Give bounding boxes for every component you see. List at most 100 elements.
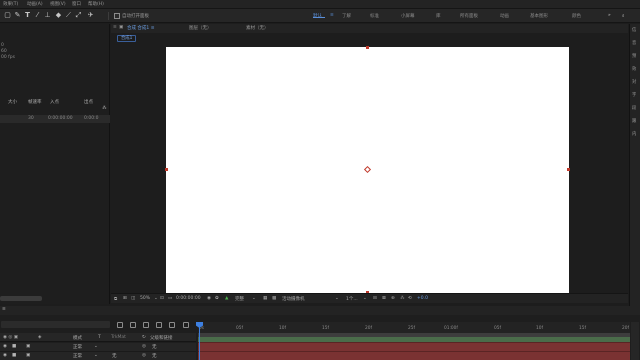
- parent-pickwhip-icon[interactable]: ◎: [142, 353, 146, 358]
- region-of-interest-icon[interactable]: ▭: [168, 296, 172, 301]
- roto-icon[interactable]: ⟋: [64, 11, 73, 20]
- chevron-down-icon[interactable]: ⌄: [94, 353, 98, 358]
- col-mode[interactable]: 模式: [73, 335, 82, 341]
- zoom-select[interactable]: 50%: [140, 296, 150, 301]
- col-out-point[interactable]: 出点: [84, 99, 93, 105]
- layer-mode[interactable]: 正常: [73, 344, 82, 350]
- project-item-row[interactable]: 30 0:00:00:00 0:00:0: [0, 115, 110, 123]
- menu-help[interactable]: 帮助(H): [88, 1, 104, 7]
- panel-audio[interactable]: 音: [632, 40, 636, 46]
- layer-label-icon[interactable]: ■: [12, 353, 16, 358]
- workspace-default[interactable]: 默认: [313, 13, 322, 19]
- shape-tool-icon[interactable]: ▢: [3, 11, 12, 20]
- transform-handle-top[interactable]: [366, 46, 369, 49]
- composition-canvas[interactable]: [165, 46, 570, 294]
- parent-pickwhip-icon[interactable]: ↻: [142, 335, 146, 340]
- menu-animation[interactable]: 动画(A): [27, 1, 43, 7]
- col-size[interactable]: 大小: [8, 99, 17, 105]
- viewer-menu-icon[interactable]: ≡: [113, 25, 117, 30]
- transform-handle-left[interactable]: [165, 168, 168, 171]
- channel-icon[interactable]: ✿: [215, 296, 219, 301]
- workspace-learn[interactable]: 了解: [342, 13, 351, 19]
- panel-tracker[interactable]: 跟: [632, 118, 636, 124]
- col-parent[interactable]: 父级和链接: [150, 335, 173, 341]
- flowchart-icon[interactable]: ⁂: [400, 296, 405, 301]
- layer-mode[interactable]: 正常: [73, 353, 82, 359]
- workspace-color[interactable]: 颜色: [572, 13, 581, 19]
- puppet-icon[interactable]: ✈: [86, 11, 95, 20]
- tab-layer[interactable]: 图层（无）: [189, 25, 212, 31]
- reset-exposure-icon[interactable]: ⟲: [408, 296, 412, 301]
- chevron-down-icon[interactable]: ⌄: [94, 344, 98, 349]
- parent-pickwhip-icon[interactable]: ◎: [142, 344, 146, 349]
- motion-blur-icon[interactable]: [169, 322, 175, 328]
- layer-row-2[interactable]: ◉ ■ ▣ 正常 ⌄ 无 ◎ 无: [0, 352, 196, 360]
- layer-duration-bar-2[interactable]: [198, 352, 630, 360]
- workspace-overflow-icon[interactable]: »: [608, 13, 611, 18]
- comp-mini-flowchart-icon[interactable]: [117, 322, 123, 328]
- pen-icon[interactable]: ✎: [13, 11, 22, 20]
- workspace-menu-icon[interactable]: ≡: [330, 13, 334, 18]
- mask-visibility-icon[interactable]: ◫: [131, 296, 135, 301]
- project-panel-scrollbar[interactable]: [0, 296, 42, 301]
- workspace-essential-graphics[interactable]: 基本图形: [530, 13, 548, 19]
- panel-paragraph[interactable]: 段: [632, 105, 636, 111]
- flowchart-icon[interactable]: ⁂: [102, 106, 107, 111]
- workspace-animation[interactable]: 动画: [500, 13, 509, 19]
- av-features-icon[interactable]: ◉ ◎ ▣: [3, 335, 18, 340]
- always-preview-icon[interactable]: ⧉: [114, 296, 117, 302]
- color-channel-icon[interactable]: ▲: [225, 296, 228, 301]
- panel-info[interactable]: 信: [632, 27, 636, 33]
- shy-layers-icon[interactable]: [143, 322, 149, 328]
- chevron-down-icon[interactable]: ⌄: [335, 296, 339, 301]
- panel-preview[interactable]: 预: [632, 53, 636, 59]
- timeline-scrollbar[interactable]: [631, 322, 639, 360]
- menu-window[interactable]: 窗口: [72, 1, 81, 7]
- roto-brush-icon[interactable]: ⤢: [74, 11, 83, 20]
- layer-trkmat[interactable]: 无: [112, 353, 117, 359]
- chevron-down-icon[interactable]: ⌄: [363, 296, 367, 301]
- stamp-icon[interactable]: ⊥: [43, 11, 52, 20]
- camera-select[interactable]: 活动摄像机: [282, 296, 305, 302]
- anchor-point-icon[interactable]: [363, 165, 372, 174]
- panel-content[interactable]: 内: [632, 131, 636, 137]
- views-select[interactable]: 1个...: [346, 296, 358, 302]
- lock-icon[interactable]: ▣: [119, 25, 123, 30]
- label-col-icon[interactable]: ◈: [38, 335, 41, 340]
- workspace-all-panels[interactable]: 所有面板: [460, 13, 478, 19]
- transform-handle-right[interactable]: [567, 168, 570, 171]
- fit-icon[interactable]: ⊡: [160, 296, 164, 301]
- timeline-menu-icon[interactable]: ≡: [2, 307, 6, 312]
- panel-character[interactable]: 字: [632, 92, 636, 98]
- motion-blur-icon[interactable]: ⊛: [391, 296, 395, 301]
- workspace-small-screen[interactable]: 小屏幕: [401, 13, 415, 19]
- view-layout-icon[interactable]: ⊟: [373, 296, 377, 301]
- workspace-libraries[interactable]: 库: [436, 13, 441, 19]
- graph-editor-icon[interactable]: [183, 322, 189, 328]
- layer-label-icon[interactable]: ■: [12, 344, 16, 349]
- layer-row-1[interactable]: ◉ ■ ▣ 正常 ⌄ ◎ 无: [0, 343, 196, 352]
- panel-effects[interactable]: 效: [632, 66, 636, 72]
- transparency-grid-icon[interactable]: ▩: [272, 296, 276, 301]
- brush-icon[interactable]: ⁄: [33, 11, 42, 20]
- layer-parent[interactable]: 无: [152, 344, 157, 350]
- current-timecode[interactable]: 0:00:00:00: [176, 296, 201, 301]
- resolution-select[interactable]: 完整: [235, 296, 244, 302]
- search-help-icon[interactable]: ⌕: [622, 13, 625, 19]
- eraser-icon[interactable]: ◆: [54, 11, 63, 20]
- auto-open-checkbox[interactable]: [114, 13, 120, 19]
- panel-align[interactable]: 对: [632, 79, 636, 85]
- fast-preview-icon[interactable]: ▦: [263, 296, 267, 301]
- workspace-standard[interactable]: 标准: [370, 13, 379, 19]
- visibility-icon[interactable]: ◉: [3, 344, 7, 349]
- layer-parent[interactable]: 无: [152, 353, 157, 359]
- tab-composition[interactable]: 合成 合成1 ≡: [127, 25, 155, 31]
- pixel-aspect-icon[interactable]: ⊠: [382, 296, 386, 301]
- col-trkmat[interactable]: TrkMat: [111, 335, 126, 340]
- chevron-down-icon[interactable]: ⌄: [252, 296, 256, 301]
- exposure-value[interactable]: +0.0: [417, 296, 428, 301]
- chevron-down-icon[interactable]: ⌄: [154, 296, 158, 301]
- col-framerate[interactable]: 帧速率: [28, 99, 42, 105]
- visibility-icon[interactable]: ◉: [3, 353, 7, 358]
- layer-duration-bar-1[interactable]: [198, 343, 630, 352]
